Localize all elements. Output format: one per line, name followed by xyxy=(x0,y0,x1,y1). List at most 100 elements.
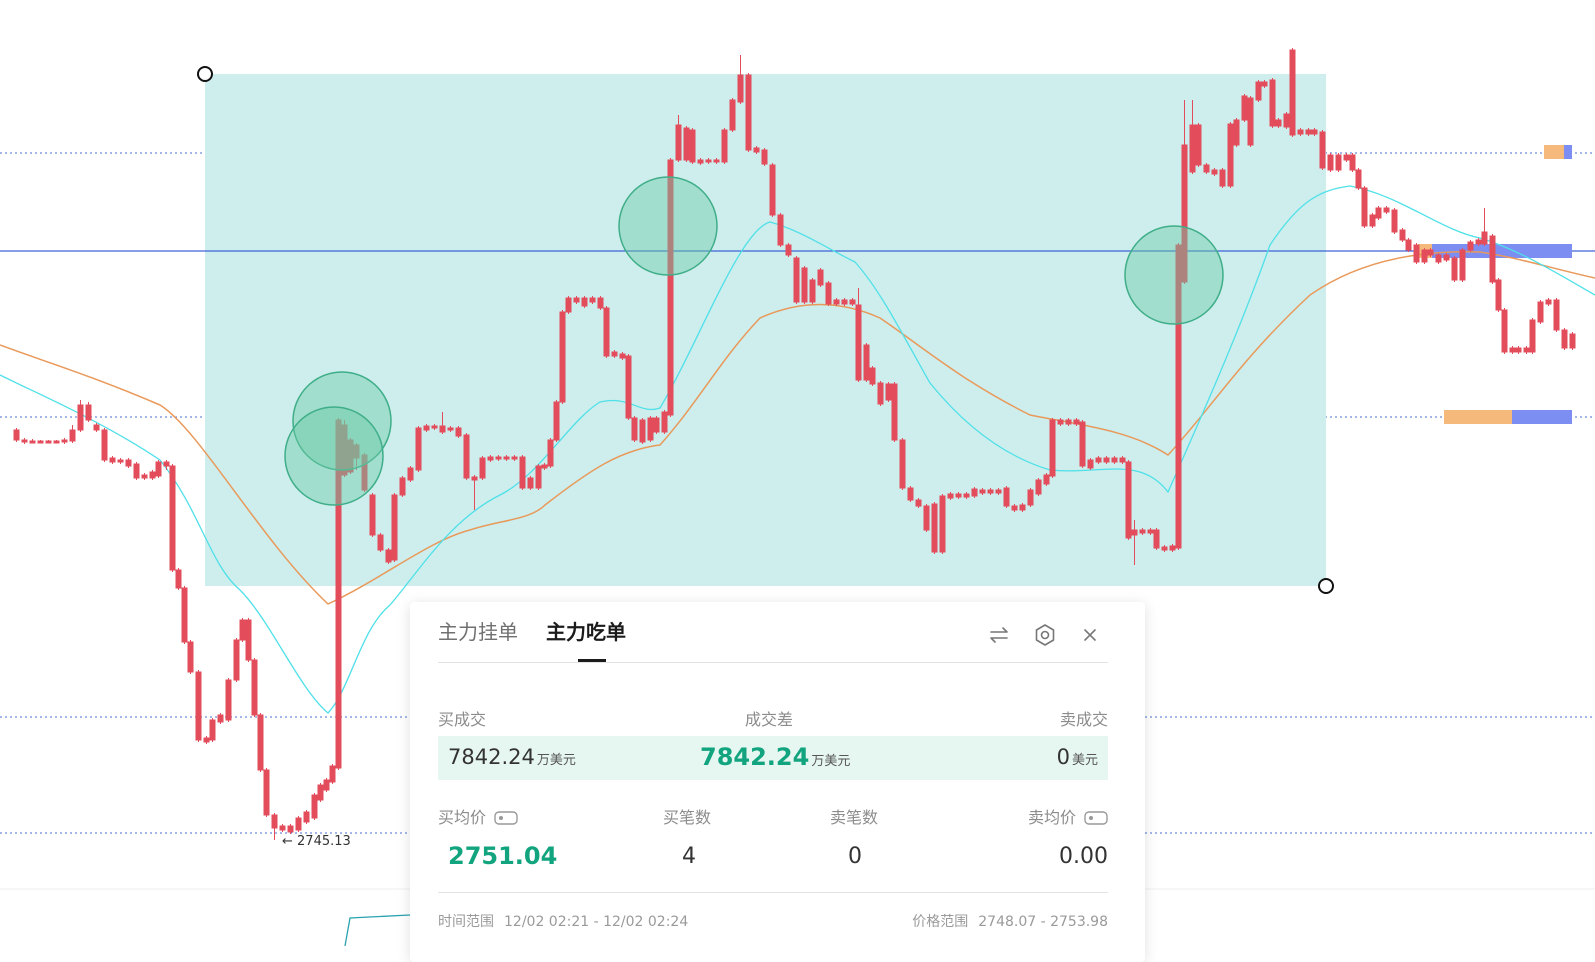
candle-down xyxy=(1489,235,1496,283)
candle-down xyxy=(855,304,862,381)
candle-down xyxy=(631,417,638,441)
candle-down xyxy=(565,297,572,313)
candle-down xyxy=(21,439,28,443)
sell-volume-label: 卖成交 xyxy=(1059,710,1108,729)
candle-down xyxy=(527,477,534,489)
candle-down xyxy=(547,439,554,467)
candle-down xyxy=(785,244,792,256)
candle-down xyxy=(1361,187,1368,227)
candle-down xyxy=(625,355,632,419)
candle-down xyxy=(777,214,784,246)
candle-down xyxy=(1125,461,1132,539)
candle-down xyxy=(1391,209,1398,233)
candle-down xyxy=(559,311,566,403)
candle-down xyxy=(939,495,946,553)
candle-down xyxy=(1027,489,1034,506)
candle-down xyxy=(407,467,414,481)
candle-down xyxy=(109,457,116,463)
candle-down xyxy=(175,569,182,589)
candle-down xyxy=(915,499,922,507)
candle-down xyxy=(311,794,318,819)
close-icon[interactable] xyxy=(1077,622,1103,648)
tag-icon[interactable] xyxy=(1084,810,1108,826)
candle-down xyxy=(1405,239,1412,251)
candle-down xyxy=(963,493,970,498)
candle-down xyxy=(251,659,258,716)
candle-down xyxy=(37,440,44,444)
candle-down xyxy=(169,465,176,571)
sell-count-value: 0 xyxy=(848,844,862,869)
candle-down xyxy=(535,465,542,489)
candle-down xyxy=(833,299,840,305)
tab-main-taker-orders[interactable]: 主力吃单 xyxy=(546,618,626,646)
candle-down xyxy=(899,439,906,489)
swap-icon[interactable] xyxy=(986,622,1012,648)
candle-down xyxy=(1241,95,1248,121)
volume-diff-value: 7842.24 万美元 xyxy=(700,743,851,771)
candle-down xyxy=(77,404,84,431)
candle-down xyxy=(45,440,52,444)
panel-divider xyxy=(438,892,1108,893)
candle-down xyxy=(399,477,406,496)
indicator-pane-line xyxy=(344,914,411,947)
candle-down xyxy=(133,463,140,479)
candle-down xyxy=(1529,319,1536,353)
candle-down xyxy=(729,99,736,131)
candle-down xyxy=(1211,169,1218,175)
candle-down xyxy=(13,429,20,441)
box-handle-bottom-right[interactable] xyxy=(1318,578,1334,594)
candle-down xyxy=(1349,154,1356,171)
candle-down xyxy=(1443,254,1450,261)
candle-down xyxy=(163,461,170,467)
candle-down xyxy=(1289,49,1296,136)
candle-down xyxy=(877,382,884,405)
price-range: 价格范围 2748.07 - 2753.98 xyxy=(912,914,1108,930)
candle-down xyxy=(29,440,36,444)
candle-down xyxy=(1495,279,1502,311)
candle-down xyxy=(1427,249,1434,256)
candle-down xyxy=(1065,419,1072,425)
candle-down xyxy=(923,505,930,531)
candle-down xyxy=(1475,239,1482,245)
candle-down xyxy=(825,282,832,305)
candle-down xyxy=(1375,207,1382,219)
gear-icon[interactable] xyxy=(1032,622,1058,648)
candle-down xyxy=(495,456,502,460)
candle-down xyxy=(1435,254,1442,263)
sell-avg-price-label: 卖均价 xyxy=(1028,804,1108,828)
candle-down xyxy=(101,429,108,461)
candle-down xyxy=(519,456,526,489)
low-price-label: ← 2745.13 xyxy=(282,834,351,849)
buy-count-value: 4 xyxy=(682,844,696,869)
candle-down xyxy=(1413,244,1420,263)
candle-down xyxy=(479,457,486,479)
candle-down xyxy=(689,129,696,163)
candle-down xyxy=(471,476,478,481)
candle-down xyxy=(303,811,310,823)
candle-down xyxy=(287,825,294,833)
candle-down xyxy=(1399,229,1406,241)
candle-down xyxy=(1261,81,1268,87)
tag-icon[interactable] xyxy=(494,810,518,826)
candle-down xyxy=(1481,231,1488,245)
candle-down xyxy=(369,494,376,536)
candle-down xyxy=(1509,347,1516,353)
tab-main-pending-orders[interactable]: 主力挂单 xyxy=(438,618,518,646)
candle-down xyxy=(155,461,162,477)
candle-down xyxy=(487,456,494,461)
candle-down xyxy=(1189,124,1196,173)
candle-down xyxy=(947,493,954,499)
volume-diff-label: 成交差 xyxy=(745,710,794,729)
candle-down xyxy=(1459,249,1466,281)
candle-down xyxy=(1319,131,1326,169)
time-range: 时间范围 12/02 02:21 - 12/02 02:24 xyxy=(438,914,689,930)
candle-down xyxy=(995,489,1002,494)
candle-down xyxy=(683,127,690,161)
candle-down xyxy=(553,401,560,441)
candle-down xyxy=(93,424,100,431)
candle-down xyxy=(1523,347,1530,353)
box-handle-top-left[interactable] xyxy=(197,66,213,82)
candle-down xyxy=(85,404,92,421)
candle-down xyxy=(603,307,610,357)
candle-down xyxy=(1421,249,1428,263)
